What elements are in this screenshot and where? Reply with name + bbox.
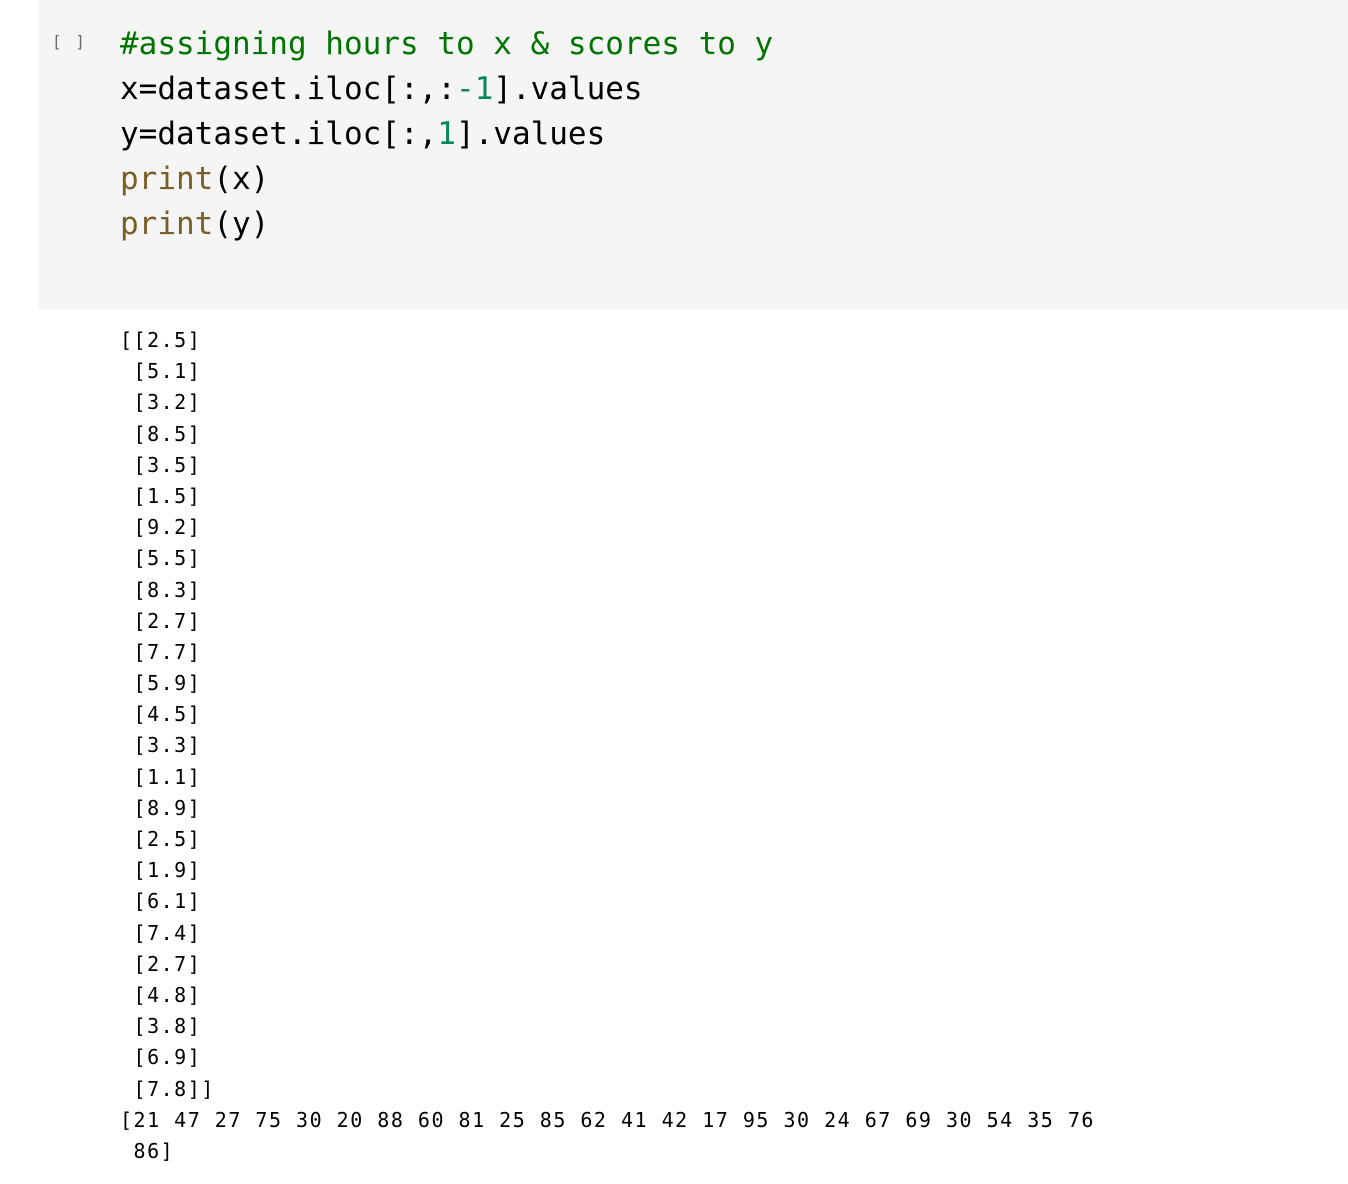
output-line: [4.8]	[120, 982, 202, 1007]
code-token: -1	[455, 71, 494, 107]
code-line: print(x)	[120, 157, 773, 202]
output-line: [3.2]	[120, 390, 202, 415]
code-line: print(y)	[120, 202, 773, 247]
code-token: #assigning hours to x & scores to y	[120, 26, 774, 62]
code-token: ].values	[493, 71, 643, 107]
output-line: 86]	[120, 1138, 175, 1163]
output-line: [1.1]	[120, 764, 202, 789]
code-token: y=dataset.iloc[:,	[120, 116, 438, 152]
code-token: ].values	[455, 116, 606, 152]
code-token: (x)	[213, 161, 270, 197]
output-line: [7.4]	[120, 920, 202, 945]
output-line: [4.5]	[120, 702, 202, 727]
output-line: [1.9]	[120, 858, 202, 883]
output-line: [7.7]	[120, 639, 202, 664]
cell-output: [[2.5] [5.1] [3.2] [8.5] [3.5] [1.5] [9.…	[120, 325, 1095, 1167]
code-token: (y)	[213, 206, 270, 242]
output-line: [5.1]	[120, 359, 202, 384]
output-line: [[2.5]	[120, 328, 202, 352]
output-line: [2.5]	[120, 827, 202, 851]
output-line: [3.5]	[120, 452, 202, 477]
output-line: [2.7]	[120, 951, 202, 976]
code-token: print	[120, 161, 214, 197]
code-token: x=dataset.iloc[:,:	[120, 71, 456, 107]
output-line: [6.1]	[120, 889, 202, 914]
output-line: [8.3]	[120, 577, 202, 602]
output-line: [5.9]	[120, 671, 202, 696]
output-line: [8.5]	[120, 421, 202, 446]
code-editor[interactable]: #assigning hours to x & scores to y x=dat…	[120, 22, 773, 247]
output-line: [3.3]	[120, 733, 202, 758]
output-line: [2.7]	[120, 608, 202, 633]
output-line: [3.8]	[120, 1014, 202, 1039]
code-line: #assigning hours to x & scores to y	[120, 22, 773, 67]
output-line: [6.9]	[120, 1045, 202, 1070]
output-line: [7.8]]	[120, 1076, 215, 1101]
output-line: [8.9]	[120, 795, 202, 820]
code-token: print	[120, 206, 214, 242]
output-line: [21 47 27 75 30 20 88 60 81 25 85 62 41 …	[120, 1107, 1095, 1132]
output-line: [1.5]	[120, 483, 202, 508]
output-line: [9.2]	[120, 515, 202, 540]
code-token: 1	[437, 116, 456, 152]
code-line: y=dataset.iloc[:,1].values	[120, 112, 773, 157]
output-line: [5.5]	[120, 546, 202, 571]
code-line: x=dataset.iloc[:,:-1].values	[120, 67, 773, 112]
run-cell-button[interactable]: [ ]	[52, 32, 87, 51]
